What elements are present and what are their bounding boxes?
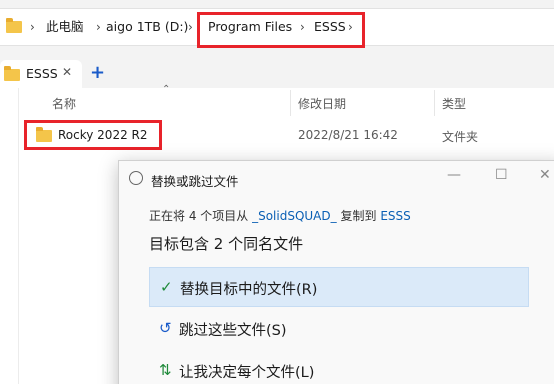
sort-up-icon: ⌃ <box>162 84 171 95</box>
conflict-heading: 目标包含 2 个同名文件 <box>149 235 304 253</box>
decide-option[interactable]: ⇅ 让我决定每个文件(L) <box>149 351 529 384</box>
folder-icon <box>4 66 20 81</box>
column-header-name[interactable]: 名称 <box>52 95 76 112</box>
decide-icon: ⇅ <box>159 361 172 379</box>
minimize-button[interactable]: — <box>447 167 461 183</box>
close-button[interactable]: ✕ <box>539 167 551 183</box>
dest-link[interactable]: ESSS <box>380 209 410 223</box>
folder-icon <box>6 18 22 33</box>
column-divider[interactable] <box>434 90 435 116</box>
clock-icon <box>129 171 143 185</box>
tab-label: ESSS <box>26 66 58 81</box>
replace-label: 替换目标中的文件(R) <box>180 282 318 298</box>
copy-info: 正在将 4 个项目从 _SolidSQUAD_ 复制到 ESSS <box>149 207 411 224</box>
decide-label: 让我决定每个文件(L) <box>179 365 315 381</box>
highlight-box-path <box>197 12 365 48</box>
replace-option[interactable]: ✓ 替换目标中的文件(R) <box>149 267 529 307</box>
chevron-right-icon: › <box>30 20 35 34</box>
maximize-button[interactable]: ☐ <box>495 167 508 183</box>
skip-option[interactable]: ↺ 跳过这些文件(S) <box>149 309 529 349</box>
column-header-type[interactable]: 类型 <box>442 95 466 112</box>
column-header-modified[interactable]: 修改日期 <box>298 95 346 112</box>
info-prefix: 正在将 4 个项目从 <box>149 209 249 223</box>
highlight-box-folder <box>24 120 162 150</box>
add-tab-button[interactable]: + <box>90 62 105 83</box>
breadcrumb-drive[interactable]: aigo 1TB (D:) <box>106 19 188 35</box>
info-mid: 复制到 <box>340 209 377 223</box>
skip-icon: ↺ <box>159 319 172 337</box>
row-modified: 2022/8/21 16:42 <box>298 128 398 142</box>
row-type: 文件夹 <box>442 130 479 144</box>
tab-esss[interactable]: ESSS ✕ <box>0 60 82 88</box>
close-icon[interactable]: ✕ <box>62 65 72 79</box>
check-icon: ✓ <box>160 278 173 296</box>
replace-skip-dialog: 替换或跳过文件 — ☐ ✕ 正在将 4 个项目从 _SolidSQUAD_ 复制… <box>118 160 554 384</box>
chevron-right-icon: › <box>188 20 193 34</box>
chevron-right-icon: › <box>96 20 101 34</box>
breadcrumb-this-pc[interactable]: 此电脑 <box>46 19 84 35</box>
skip-label: 跳过这些文件(S) <box>179 323 287 339</box>
dialog-title: 替换或跳过文件 <box>151 174 239 189</box>
source-link[interactable]: _SolidSQUAD_ <box>252 209 337 223</box>
column-divider[interactable] <box>290 90 291 116</box>
nav-divider <box>18 88 19 384</box>
